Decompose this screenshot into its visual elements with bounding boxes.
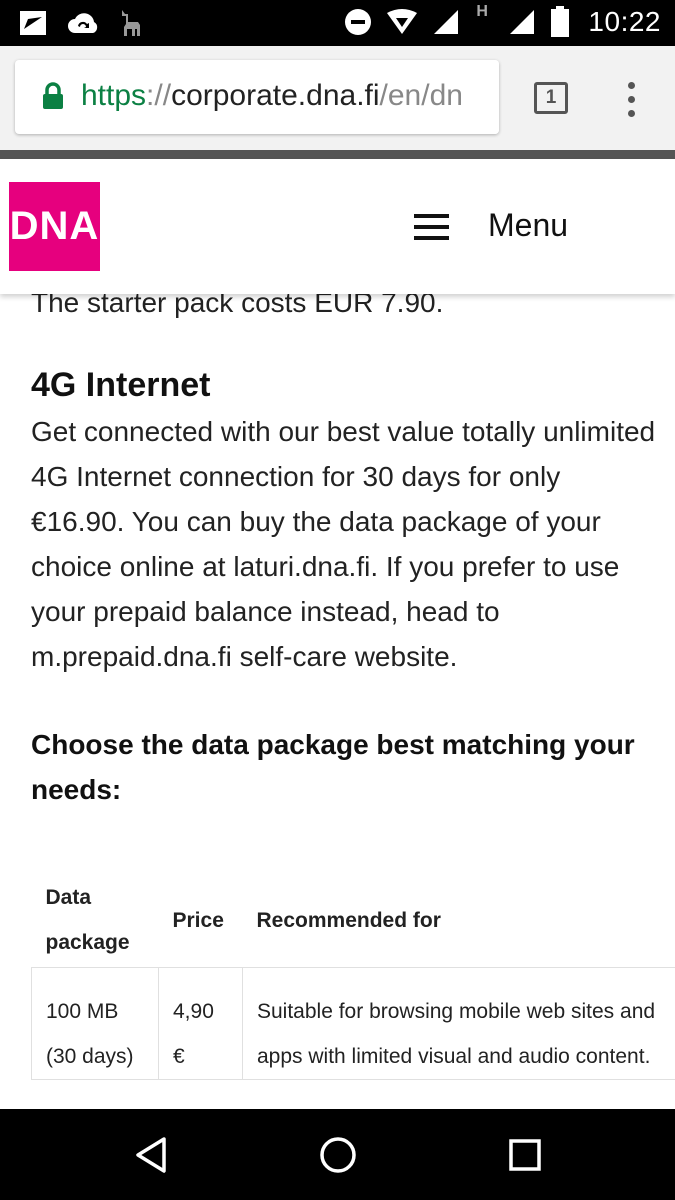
sent-icon — [18, 9, 48, 37]
table-header-row: Data package Price Recommended for — [32, 874, 675, 967]
package-cell: 100 MB (30 days) — [31, 966, 159, 1080]
address-bar[interactable]: https://corporate.dna.fi/en/dn — [15, 60, 499, 134]
llama-icon — [118, 8, 144, 38]
dot-icon — [628, 110, 635, 117]
data-package-table: Data package Price Recommended for 100 M… — [31, 874, 675, 1080]
cloud-sync-icon — [66, 9, 100, 37]
status-bar: H 10:22 — [0, 0, 675, 46]
url-fade — [473, 60, 499, 134]
lock-icon — [41, 82, 65, 115]
body-paragraph: Get connected with our best value totall… — [31, 416, 656, 672]
column-header-price: Price — [172, 908, 224, 932]
url-host: corporate.dna.fi — [171, 79, 380, 112]
starter-pack-text: The starter pack costs EUR 7.90. — [31, 294, 444, 318]
url-path: /en/dn — [379, 79, 463, 112]
column-header-recommended: Recommended for — [256, 908, 441, 932]
table-row: 100 MB (30 days) 4,90 € Suitable for bro… — [31, 966, 675, 1080]
overflow-menu-button[interactable] — [622, 80, 642, 120]
url-scheme: https — [81, 79, 147, 112]
recents-icon[interactable] — [508, 1138, 542, 1177]
tab-switcher-button[interactable]: 1 — [534, 82, 568, 114]
dot-icon — [628, 82, 635, 89]
wifi-icon — [386, 9, 418, 35]
hamburger-menu-icon[interactable] — [414, 214, 449, 240]
home-icon[interactable] — [319, 1136, 357, 1179]
navigation-bar — [0, 1109, 675, 1200]
section-title: 4G Internet — [31, 366, 211, 404]
menu-button[interactable]: Menu — [488, 207, 568, 244]
network-type-label: H — [476, 3, 488, 20]
signal-icon — [508, 8, 536, 36]
hspa-icon: H — [474, 3, 494, 37]
browser-toolbar: https://corporate.dna.fi/en/dn 1 — [0, 46, 675, 150]
url-text: https://corporate.dna.fi/en/dn — [81, 79, 463, 113]
price-cell: 4,90 € — [158, 966, 243, 1080]
battery-icon — [550, 6, 570, 38]
site-header: DNA Menu — [0, 159, 675, 294]
column-header-package: Data package — [45, 886, 130, 955]
recommended-cell: Suitable for browsing mobile web sites a… — [242, 966, 675, 1080]
dot-icon — [628, 96, 635, 103]
back-icon[interactable] — [134, 1136, 168, 1179]
signal-icon — [432, 8, 460, 36]
choose-package-heading: Choose the data package best matching yo… — [31, 729, 635, 805]
url-separator: :// — [146, 79, 172, 112]
dna-logo[interactable]: DNA — [9, 182, 100, 271]
clock: 10:22 — [588, 6, 661, 37]
do-not-disturb-icon — [344, 8, 372, 36]
toolbar-divider — [0, 150, 675, 159]
page-content: The starter pack costs EUR 7.90. 4G Inte… — [0, 294, 675, 1109]
